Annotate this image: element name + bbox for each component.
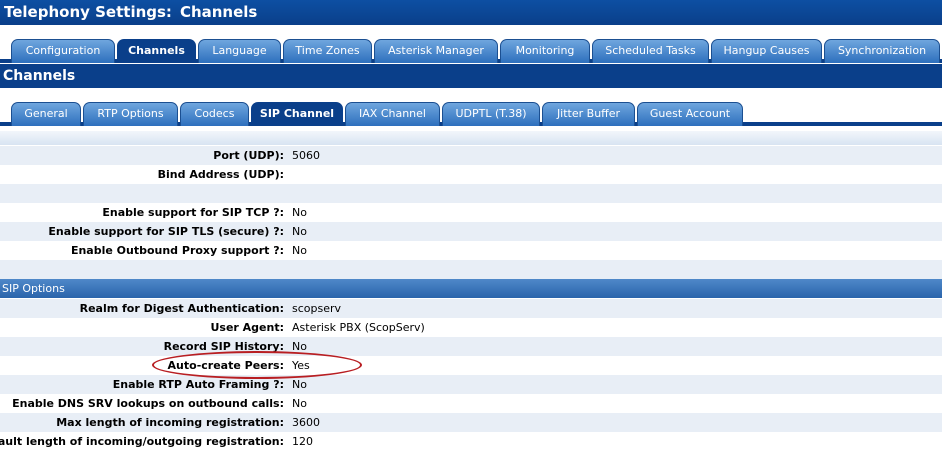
table-row: Max length of incoming registration: 360… bbox=[0, 413, 942, 432]
record-sip-history-value[interactable]: No bbox=[292, 337, 307, 356]
subtab-codecs[interactable]: Codecs bbox=[180, 102, 249, 126]
default-registration-value[interactable]: 120 bbox=[292, 432, 313, 450]
main-tab-bar: Configuration Channels Language Time Zon… bbox=[0, 35, 942, 63]
field-label: Default length of incoming/outgoing regi… bbox=[0, 435, 284, 448]
field-label: User Agent: bbox=[210, 321, 284, 334]
table-row-empty bbox=[0, 184, 942, 203]
tab-monitoring[interactable]: Monitoring bbox=[500, 39, 590, 63]
tab-scheduled-tasks[interactable]: Scheduled Tasks bbox=[592, 39, 709, 63]
tab-channels[interactable]: Channels bbox=[117, 39, 196, 63]
tab-time-zones[interactable]: Time Zones bbox=[283, 39, 372, 63]
field-label: Enable DNS SRV lookups on outbound calls… bbox=[12, 397, 284, 410]
subtab-udptl[interactable]: UDPTL (T.38) bbox=[442, 102, 540, 126]
sip-options-header: SIP Options bbox=[0, 279, 942, 298]
subtab-guest-account[interactable]: Guest Account bbox=[637, 102, 743, 126]
form-header-band bbox=[0, 131, 942, 145]
subtab-sip-channel[interactable]: SIP Channel bbox=[251, 102, 343, 126]
sip-tcp-value[interactable]: No bbox=[292, 203, 307, 222]
subtab-iax-channel[interactable]: IAX Channel bbox=[345, 102, 440, 126]
field-label: Record SIP History: bbox=[163, 340, 284, 353]
field-label: Auto-create Peers: bbox=[167, 359, 284, 372]
table-row: Enable Outbound Proxy support ?: No bbox=[0, 241, 942, 260]
field-label: Enable support for SIP TLS (secure) ?: bbox=[48, 225, 284, 238]
table-row: Enable support for SIP TLS (secure) ?: N… bbox=[0, 222, 942, 241]
field-label: Enable support for SIP TCP ?: bbox=[102, 206, 284, 219]
field-label: Enable RTP Auto Framing ?: bbox=[112, 378, 284, 391]
tab-asterisk-manager[interactable]: Asterisk Manager bbox=[374, 39, 498, 63]
table-row: Enable DNS SRV lookups on outbound calls… bbox=[0, 394, 942, 413]
field-label: Max length of incoming registration: bbox=[56, 416, 284, 429]
tab-synchronization[interactable]: Synchronization bbox=[824, 39, 940, 63]
table-row: Default length of incoming/outgoing regi… bbox=[0, 432, 942, 450]
sip-options-table: Realm for Digest Authentication: scopser… bbox=[0, 299, 942, 450]
outbound-proxy-value[interactable]: No bbox=[292, 241, 307, 260]
rtp-auto-framing-value[interactable]: No bbox=[292, 375, 307, 394]
table-row: Realm for Digest Authentication: scopser… bbox=[0, 299, 942, 318]
table-row: User Agent: Asterisk PBX (ScopServ) bbox=[0, 318, 942, 337]
general-settings-table: Port (UDP): 5060 Bind Address (UDP): Ena… bbox=[0, 146, 942, 279]
field-label: Enable Outbound Proxy support ?: bbox=[70, 244, 284, 257]
user-agent-value[interactable]: Asterisk PBX (ScopServ) bbox=[292, 318, 425, 337]
max-registration-value[interactable]: 3600 bbox=[292, 413, 320, 432]
field-label: Realm for Digest Authentication: bbox=[79, 302, 284, 315]
subtab-general[interactable]: General bbox=[11, 102, 81, 126]
subtab-rtp-options[interactable]: RTP Options bbox=[83, 102, 178, 126]
tab-language[interactable]: Language bbox=[198, 39, 281, 63]
table-row: Auto-create Peers: Yes bbox=[0, 356, 942, 375]
field-label: Port (UDP): bbox=[213, 149, 284, 162]
title-part2: Channels bbox=[179, 3, 258, 21]
subtab-jitter-buffer[interactable]: Jitter Buffer bbox=[542, 102, 635, 126]
sip-tls-value[interactable]: No bbox=[292, 222, 307, 241]
realm-value[interactable]: scopserv bbox=[292, 299, 341, 318]
table-row: Bind Address (UDP): bbox=[0, 165, 942, 184]
field-label: Bind Address (UDP): bbox=[157, 168, 284, 181]
dns-srv-value[interactable]: No bbox=[292, 394, 307, 413]
sub-tab-bar: General RTP Options Codecs SIP Channel I… bbox=[0, 98, 942, 126]
port-udp-value[interactable]: 5060 bbox=[292, 146, 320, 165]
section-title: Channels bbox=[0, 64, 942, 88]
auto-create-peers-value[interactable]: Yes bbox=[292, 356, 310, 375]
table-row: Port (UDP): 5060 bbox=[0, 146, 942, 165]
tab-configuration[interactable]: Configuration bbox=[11, 39, 115, 63]
title-part1: Telephony Settings: bbox=[4, 3, 172, 21]
window-title: Telephony Settings: Channels bbox=[0, 0, 942, 25]
tab-hangup-causes[interactable]: Hangup Causes bbox=[711, 39, 822, 63]
table-row-spacer bbox=[0, 260, 942, 279]
table-row: Enable RTP Auto Framing ?: No bbox=[0, 375, 942, 394]
table-row: Record SIP History: No bbox=[0, 337, 942, 356]
table-row: Enable support for SIP TCP ?: No bbox=[0, 203, 942, 222]
